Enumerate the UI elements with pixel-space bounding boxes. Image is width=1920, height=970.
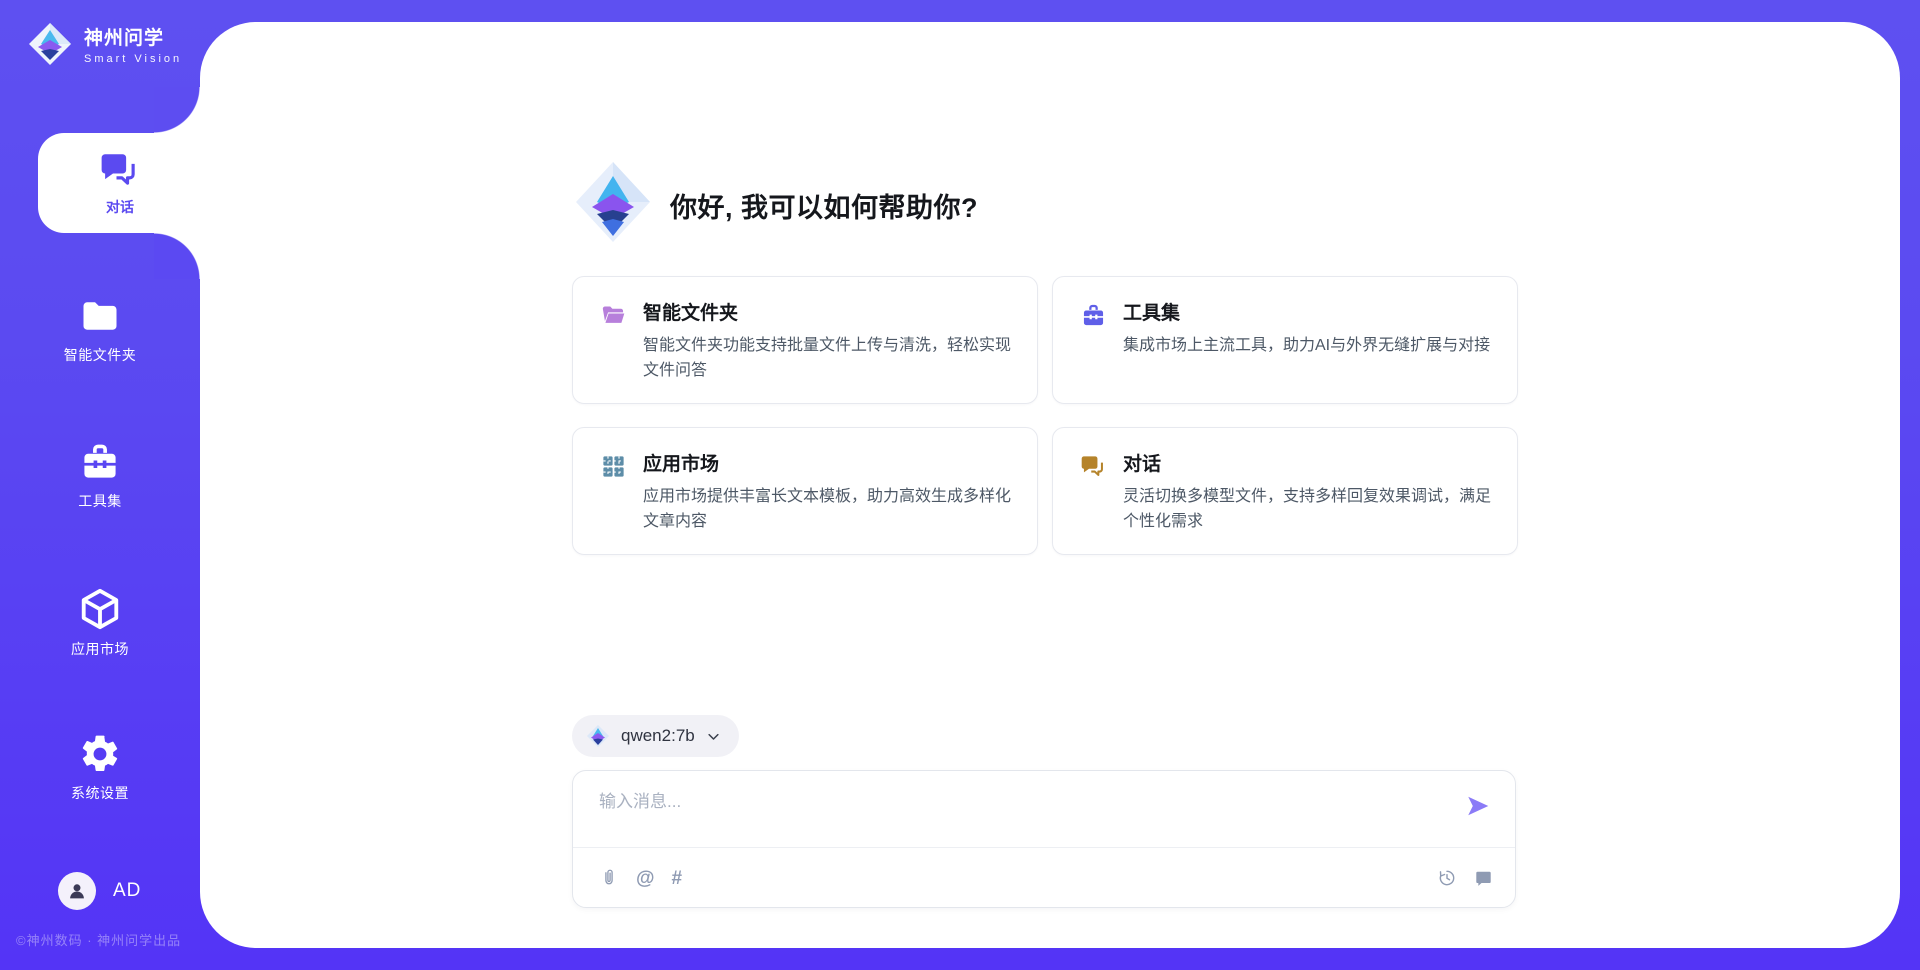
brand-subtitle: Smart Vision: [84, 53, 182, 65]
sidebar-item-toolset[interactable]: 工具集: [0, 440, 200, 511]
composer-toolbar: @ #: [599, 848, 1493, 908]
sidebar-item-label: 应用市场: [71, 639, 129, 659]
model-diamond-icon: [586, 724, 610, 748]
toolbox-icon: [1080, 302, 1107, 334]
chat-bubbles-icon: [1080, 453, 1107, 485]
card-title: 智能文件夹: [643, 298, 1021, 325]
sidebar-item-settings[interactable]: 系统设置: [0, 732, 200, 803]
card-app-market[interactable]: 应用市场 应用市场提供丰富长文本模板，助力高效生成多样化文章内容: [572, 427, 1038, 555]
mention-button[interactable]: @: [636, 869, 655, 888]
card-description: 应用市场提供丰富长文本模板，助力高效生成多样化文章内容: [643, 485, 1023, 535]
message-composer: @ #: [572, 770, 1516, 908]
model-name: qwen2:7b: [621, 726, 695, 746]
app-grid-icon: [600, 453, 627, 485]
folder-icon: [78, 294, 122, 338]
toolbar-right: [1437, 868, 1493, 888]
toolbox-icon: [78, 440, 122, 484]
card-toolset[interactable]: 工具集 集成市场上主流工具，助力AI与外界无缝扩展与对接: [1052, 276, 1518, 404]
sidebar-item-chat[interactable]: 对话: [38, 133, 202, 233]
topic-button[interactable]: #: [672, 869, 683, 888]
sidebar-item-label: 工具集: [78, 491, 122, 511]
user-avatar-icon: [66, 880, 88, 902]
sidebar-item-smart-folder[interactable]: 智能文件夹: [0, 294, 200, 365]
tab-curve-bottom: [154, 233, 200, 279]
card-title: 工具集: [1123, 298, 1501, 325]
chat-square-icon: [1474, 869, 1493, 888]
card-title: 应用市场: [643, 449, 1021, 476]
history-icon: [1437, 868, 1457, 888]
user-name: AD: [113, 880, 141, 902]
greeting-diamond-logo-icon: [572, 158, 654, 246]
sidebar-footer-text: ©神州数码 · 神州问学出品: [16, 930, 181, 949]
brand-logo: 神州问学 Smart Vision: [26, 20, 182, 68]
greeting-text: 你好, 我可以如何帮助你?: [670, 188, 978, 228]
attach-button[interactable]: [599, 867, 619, 889]
history-button[interactable]: [1437, 868, 1457, 888]
sidebar-item-label: 系统设置: [71, 783, 129, 803]
chat-mode-button[interactable]: [1474, 869, 1493, 888]
chat-bubbles-icon: [99, 149, 141, 191]
diamond-logo-icon: [26, 20, 74, 68]
folder-open-icon: [600, 302, 627, 334]
feature-cards: 智能文件夹 智能文件夹功能支持批量文件上传与清洗，轻松实现文件问答 工具集 集成…: [572, 276, 1518, 555]
toolbar-left: @ #: [599, 867, 682, 889]
card-description: 智能文件夹功能支持批量文件上传与清洗，轻松实现文件问答: [643, 334, 1023, 384]
card-smart-folder[interactable]: 智能文件夹 智能文件夹功能支持批量文件上传与清洗，轻松实现文件问答: [572, 276, 1038, 404]
card-title: 对话: [1123, 449, 1501, 476]
sidebar-item-label: 智能文件夹: [64, 345, 137, 365]
tab-curve-top: [154, 87, 200, 133]
card-description: 集成市场上主流工具，助力AI与外界无缝扩展与对接: [1123, 334, 1503, 359]
model-selector[interactable]: qwen2:7b: [572, 715, 739, 757]
send-icon: [1465, 793, 1491, 819]
gear-icon: [78, 732, 122, 776]
paperclip-icon: [599, 867, 619, 889]
message-input[interactable]: [599, 787, 1449, 842]
sidebar-item-app-market[interactable]: 应用市场: [0, 586, 200, 659]
card-description: 灵活切换多模型文件，支持多样回复效果调试，满足个性化需求: [1123, 485, 1503, 535]
cube-icon: [77, 586, 123, 632]
avatar: [58, 872, 96, 910]
brand-text: 神州问学 Smart Vision: [84, 23, 182, 65]
sidebar-item-label: 对话: [106, 197, 134, 217]
brand-name: 神州问学: [84, 23, 182, 50]
card-chat[interactable]: 对话 灵活切换多模型文件，支持多样回复效果调试，满足个性化需求: [1052, 427, 1518, 555]
user-profile[interactable]: AD: [58, 872, 141, 910]
chevron-down-icon: [706, 729, 721, 744]
send-button[interactable]: [1463, 791, 1493, 821]
